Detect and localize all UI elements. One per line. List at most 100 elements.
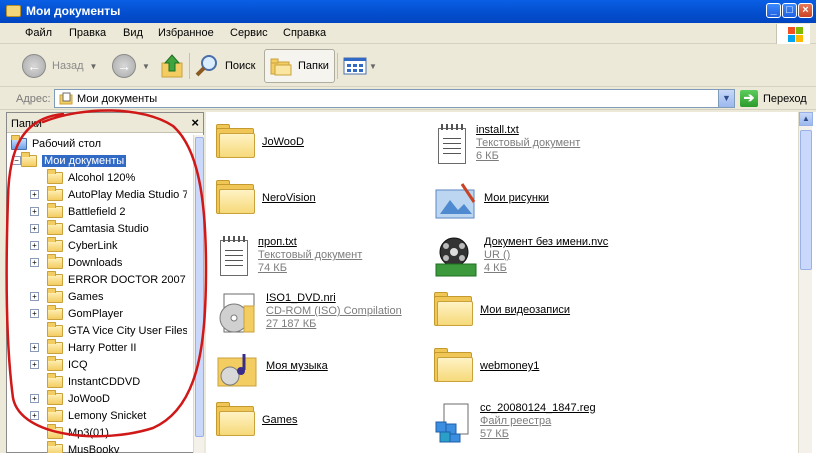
tree-item[interactable]: Mp3(01): [47, 423, 109, 441]
file-item[interactable]: Мои видеозаписи: [434, 292, 570, 326]
expand-icon[interactable]: +: [30, 309, 39, 318]
tree-item[interactable]: GTA Vice City User Files: [47, 321, 187, 339]
address-bar: Адрес: Мои документы ▼ ➔ Переход: [0, 88, 816, 110]
tree-item[interactable]: Alcohol 120%: [47, 168, 136, 186]
chevron-down-icon[interactable]: ▼: [718, 90, 734, 107]
folder-tree: Рабочий стол − Мои документы Alcohol 120% + A…: [7, 135, 187, 453]
file-item[interactable]: Мои рисунки: [434, 180, 549, 220]
close-icon[interactable]: ×: [191, 115, 199, 130]
minimize-button[interactable]: _: [766, 3, 781, 18]
tree-item[interactable]: ERROR DOCTOR 2007 1: [47, 270, 187, 288]
expand-icon[interactable]: +: [30, 258, 39, 267]
tree-item[interactable]: + ICQ: [30, 355, 88, 373]
tree-item-label: Downloads: [68, 256, 123, 269]
tree-item[interactable]: + Lemony Snicket: [30, 406, 146, 424]
maximize-button[interactable]: □: [782, 3, 797, 18]
scrollbar-thumb[interactable]: [800, 130, 812, 270]
tree-item[interactable]: MusBooky: [47, 440, 120, 453]
menu-edit[interactable]: Правка: [69, 27, 106, 39]
tree-item-label: MusBooky: [68, 443, 120, 453]
file-meta: 4 КБ: [484, 262, 507, 274]
chevron-down-icon: ▼: [142, 61, 150, 71]
address-field[interactable]: Мои документы ▼: [54, 89, 735, 108]
tree-item[interactable]: + AutoPlay Media Studio 7.0: [30, 185, 187, 203]
tree-item-label: Рабочий стол: [32, 137, 102, 150]
file-item[interactable]: NeroVision: [216, 180, 316, 214]
menu-view[interactable]: Вид: [123, 27, 143, 39]
scrollbar-thumb[interactable]: [195, 137, 204, 437]
file-item[interactable]: Документ без имени.nvc UR () 4 КБ: [434, 236, 608, 278]
tree-scrollbar[interactable]: [193, 135, 204, 453]
expand-icon[interactable]: +: [30, 190, 39, 199]
file-item[interactable]: Моя музыка: [216, 348, 328, 388]
tree-item[interactable]: + Harry Potter II: [30, 338, 137, 356]
search-button[interactable]: Поиск: [195, 49, 255, 83]
folder-icon: [270, 58, 292, 76]
folder-icon: [216, 124, 256, 158]
file-meta: 27 187 КБ: [266, 318, 317, 330]
tree-item-label: ERROR DOCTOR 2007 1: [68, 273, 187, 286]
tree-item[interactable]: + CyberLink: [30, 236, 118, 254]
tree-item[interactable]: + Downloads: [30, 253, 123, 271]
expand-icon[interactable]: +: [30, 207, 39, 216]
file-list-scrollbar[interactable]: ▲: [798, 112, 813, 453]
file-item[interactable]: проп.txt Текстовый документ 74 КБ: [216, 236, 362, 276]
expand-icon[interactable]: +: [30, 241, 39, 250]
folder-icon: [6, 5, 21, 17]
expand-icon[interactable]: +: [30, 224, 39, 233]
tree-item-label: Mp3(01): [68, 426, 109, 439]
tree-item[interactable]: + Camtasia Studio: [30, 219, 149, 237]
tree-item-label: Alcohol 120%: [68, 171, 136, 184]
file-item[interactable]: Games: [216, 402, 297, 436]
file-item[interactable]: webmoney1: [434, 348, 539, 382]
text-document-icon: [438, 124, 470, 164]
expand-icon[interactable]: +: [30, 411, 39, 420]
file-meta: CD-ROM (ISO) Compilation: [266, 305, 402, 317]
windows-logo-icon: [776, 24, 810, 44]
address-label: Адрес:: [16, 93, 51, 105]
folder-icon: [47, 321, 63, 337]
file-item[interactable]: ISO1_DVD.nri CD-ROM (ISO) Compilation 27 1…: [216, 292, 402, 336]
tree-item[interactable]: InstantCDDVD: [47, 372, 140, 390]
folder-icon: [434, 348, 474, 382]
tree-item[interactable]: + Games: [30, 287, 103, 305]
expand-icon[interactable]: +: [30, 394, 39, 403]
file-name: Games: [262, 414, 298, 426]
text-document-icon: [220, 236, 252, 276]
go-button[interactable]: ➔ Переход: [740, 90, 807, 107]
folders-button[interactable]: Папки: [264, 49, 335, 83]
tree-item[interactable]: + GomPlayer: [30, 304, 123, 322]
views-icon: [343, 57, 367, 75]
scroll-up-icon[interactable]: ▲: [799, 112, 813, 126]
file-item[interactable]: install.txt Текстовый документ 6 КБ: [434, 124, 580, 164]
forward-arrow-icon: →: [112, 54, 136, 78]
folder-icon: [47, 423, 63, 439]
file-item[interactable]: cc_20080124_1847.reg Файл реестра 57 КБ: [434, 402, 596, 444]
tree-item[interactable]: − Мои документы: [12, 151, 127, 169]
file-name: install.txt: [476, 124, 519, 136]
back-button[interactable]: ← Назад ▼: [22, 49, 97, 83]
collapse-icon[interactable]: −: [12, 156, 21, 165]
forward-button[interactable]: → ▼: [112, 49, 150, 83]
folder-icon: [47, 253, 63, 269]
folder-icon: [47, 372, 63, 388]
tree-item[interactable]: + JoWooD: [30, 389, 110, 407]
file-item[interactable]: JoWooD: [216, 124, 304, 158]
file-name: JoWooD: [262, 136, 304, 148]
tree-item-label: Harry Potter II: [68, 341, 137, 354]
menu-file[interactable]: Файл: [25, 27, 52, 39]
tree-item[interactable]: + Battlefield 2: [30, 202, 125, 220]
menu-tools[interactable]: Сервис: [230, 27, 268, 39]
tree-item-label: ICQ: [68, 358, 88, 371]
expand-icon[interactable]: +: [30, 292, 39, 301]
tree-item[interactable]: Рабочий стол: [11, 135, 101, 152]
expand-icon[interactable]: +: [30, 343, 39, 352]
menu-favorites[interactable]: Избранное: [158, 27, 214, 39]
my-documents-icon: [21, 151, 37, 167]
close-button[interactable]: ×: [798, 3, 813, 18]
menu-help[interactable]: Справка: [283, 27, 326, 39]
up-folder-button[interactable]: [160, 49, 184, 83]
expand-icon[interactable]: +: [30, 360, 39, 369]
views-button[interactable]: ▼: [343, 49, 377, 83]
folder-icon: [47, 355, 63, 371]
